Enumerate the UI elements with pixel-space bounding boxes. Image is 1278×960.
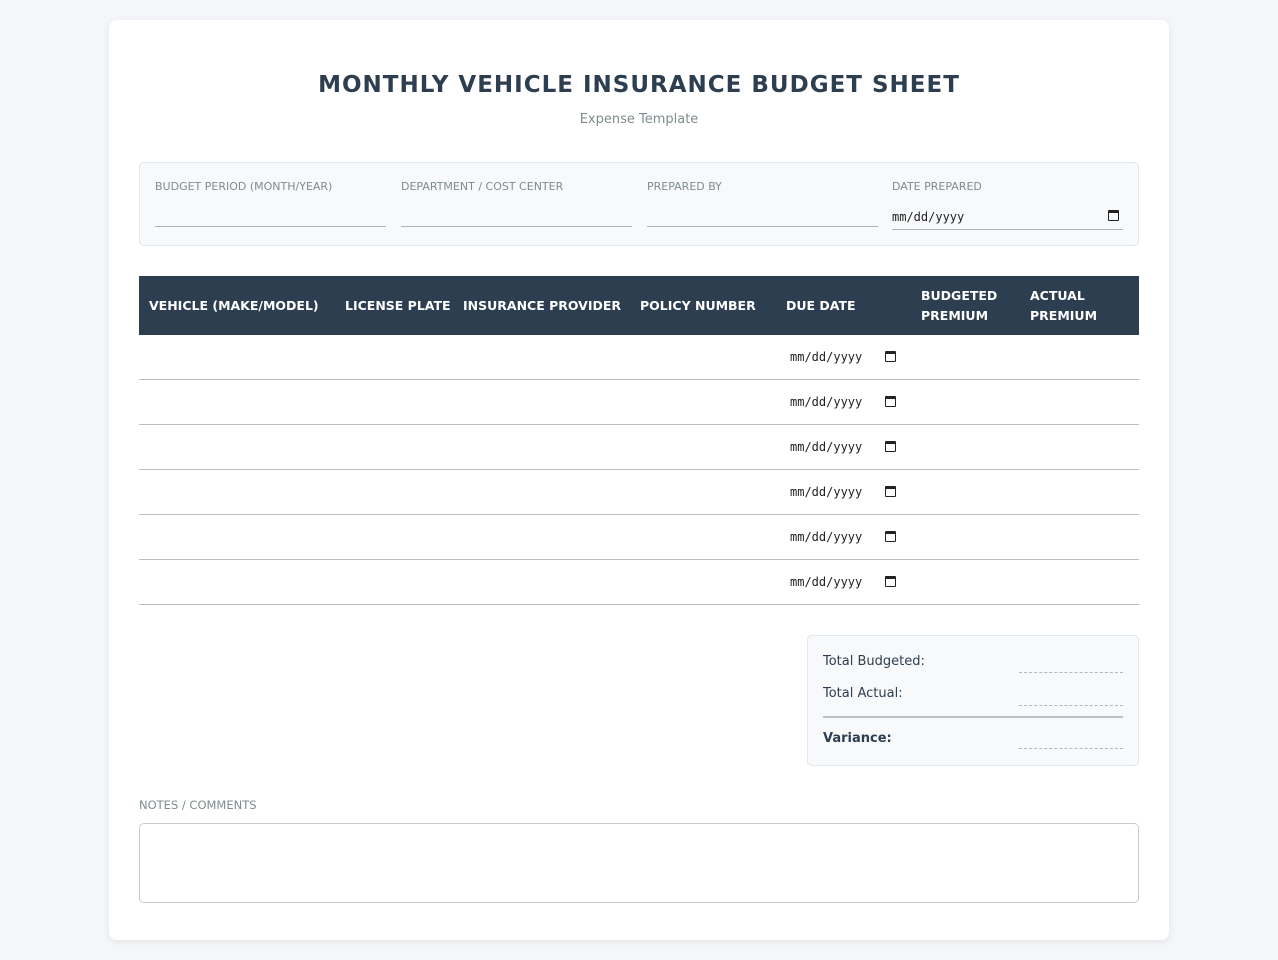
budget-period-field: BUDGET PERIOD (MONTH/YEAR) (155, 180, 386, 227)
calendar-icon[interactable] (885, 441, 896, 452)
prepared-by-input[interactable] (647, 205, 878, 227)
table-row[interactable]: mm/dd/yyyy (139, 470, 1139, 515)
table-row[interactable]: mm/dd/yyyy (139, 515, 1139, 560)
due-date-input[interactable]: mm/dd/yyyy (790, 395, 862, 409)
col-insurance-provider: INSURANCE PROVIDER (463, 297, 622, 313)
calendar-icon[interactable] (885, 531, 896, 542)
insurance-table: VEHICLE (MAKE/MODEL) LICENSE PLATE INSUR… (139, 276, 1139, 605)
calendar-icon[interactable] (885, 486, 896, 497)
col-vehicle: VEHICLE (MAKE/MODEL) (149, 297, 319, 313)
page-title: MONTHLY VEHICLE INSURANCE BUDGET SHEET (318, 72, 960, 98)
budget-period-input[interactable] (155, 205, 386, 227)
department-label: DEPARTMENT / COST CENTER (401, 180, 564, 193)
budget-sheet-card: MONTHLY VEHICLE INSURANCE BUDGET SHEET E… (109, 20, 1169, 940)
meta-info-box: BUDGET PERIOD (MONTH/YEAR) DEPARTMENT / … (139, 162, 1139, 246)
variance-label: Variance: (823, 731, 892, 746)
date-prepared-input[interactable]: mm/dd/yyyy (892, 205, 1123, 230)
due-date-input[interactable]: mm/dd/yyyy (790, 530, 862, 544)
due-date-input[interactable]: mm/dd/yyyy (790, 485, 862, 499)
date-prepared-label: DATE PREPARED (892, 180, 982, 193)
notes-label: NOTES / COMMENTS (139, 798, 257, 812)
date-prepared-placeholder: mm/dd/yyyy (892, 210, 965, 224)
notes-textarea[interactable] (139, 823, 1139, 903)
col-actual-premium: ACTUAL PREMIUM (1030, 287, 1098, 323)
due-date-input[interactable]: mm/dd/yyyy (790, 440, 862, 454)
col-budgeted-premium: BUDGETED PREMIUM (921, 287, 998, 323)
totals-box: Total Budgeted: Total Actual: Variance: (807, 635, 1139, 766)
col-due-date: DUE DATE (786, 297, 856, 313)
prepared-by-label: PREPARED BY (647, 180, 722, 193)
date-prepared-field: DATE PREPARED mm/dd/yyyy (892, 180, 1123, 230)
col-license-plate: LICENSE PLATE (345, 297, 451, 313)
total-budgeted-label: Total Budgeted: (823, 654, 925, 669)
table-row[interactable]: mm/dd/yyyy (139, 335, 1139, 380)
totals-divider (823, 716, 1123, 718)
calendar-icon[interactable] (885, 351, 896, 362)
col-policy-number: POLICY NUMBER (640, 297, 756, 313)
prepared-by-field: PREPARED BY (647, 180, 878, 227)
table-row[interactable]: mm/dd/yyyy (139, 425, 1139, 470)
variance-value[interactable] (1019, 733, 1123, 749)
table-header: VEHICLE (MAKE/MODEL) LICENSE PLATE INSUR… (139, 276, 1139, 335)
calendar-icon[interactable] (885, 576, 896, 587)
due-date-input[interactable]: mm/dd/yyyy (790, 575, 862, 589)
page-subtitle: Expense Template (579, 112, 699, 127)
due-date-input[interactable]: mm/dd/yyyy (790, 350, 862, 364)
calendar-icon[interactable] (885, 396, 896, 407)
budget-period-label: BUDGET PERIOD (MONTH/YEAR) (155, 180, 333, 193)
table-row[interactable]: mm/dd/yyyy (139, 380, 1139, 425)
total-budgeted-value[interactable] (1019, 657, 1123, 673)
calendar-icon[interactable] (1108, 210, 1119, 221)
department-input[interactable] (401, 205, 632, 227)
total-actual-label: Total Actual: (823, 686, 903, 701)
department-field: DEPARTMENT / COST CENTER (401, 180, 632, 227)
table-row[interactable]: mm/dd/yyyy (139, 560, 1139, 605)
total-actual-value[interactable] (1019, 690, 1123, 706)
